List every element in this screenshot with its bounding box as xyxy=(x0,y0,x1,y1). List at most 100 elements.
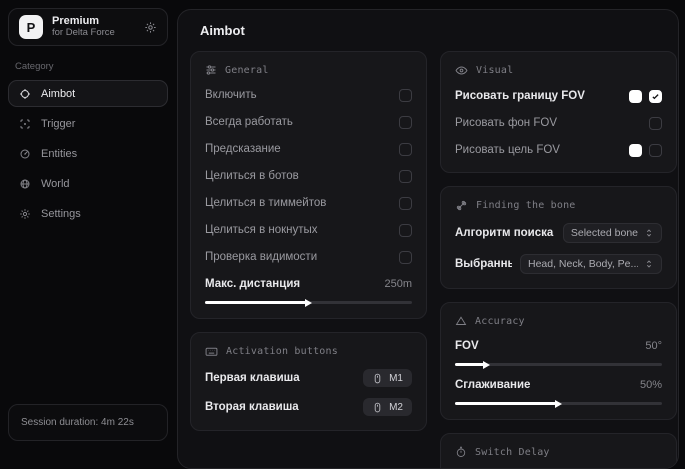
activation-card-header: Activation buttons xyxy=(205,345,412,358)
keyboard-icon xyxy=(205,345,218,358)
section-title: General xyxy=(225,65,269,76)
crosshair-icon xyxy=(19,88,31,100)
section-title: Switch Delay xyxy=(475,447,550,458)
brand-card: P Premium for Delta Force xyxy=(8,8,168,46)
slider-fill xyxy=(455,402,556,405)
setting-label: Предсказание xyxy=(205,143,281,155)
fov-slider[interactable] xyxy=(455,363,662,366)
smoothing-slider[interactable] xyxy=(455,402,662,405)
checkbox[interactable] xyxy=(399,197,412,210)
checkbox[interactable] xyxy=(399,89,412,102)
session-duration: Session duration: 4m 22s xyxy=(8,404,168,441)
activation-card: Activation buttons Первая клавиша M1 Вто… xyxy=(190,332,427,431)
globe-icon xyxy=(19,178,31,190)
slider-fill xyxy=(455,363,484,366)
keybind-button-m1[interactable]: M1 xyxy=(363,369,412,387)
sidebar-nav: Aimbot Trigger Entities World Settings xyxy=(8,80,168,227)
setting-row-smoothing: Сглаживание 50% xyxy=(455,377,662,405)
setting-row-draw-fov-background: Рисовать фон FOV xyxy=(455,115,662,131)
tune-icon xyxy=(205,64,217,76)
triangle-icon xyxy=(455,315,467,327)
setting-label: Проверка видимости xyxy=(205,251,317,263)
checkbox[interactable] xyxy=(649,90,662,103)
sidebar: P Premium for Delta Force Category Aimbo… xyxy=(0,0,176,449)
main-panel: Aimbot General Включить Всегда работать xyxy=(177,9,679,469)
general-card-header: General xyxy=(205,64,412,76)
section-title: Finding the bone xyxy=(476,200,576,211)
bone-icon xyxy=(455,199,468,212)
setting-row-draw-fov-border: Рисовать границу FOV xyxy=(455,88,662,104)
color-swatch[interactable] xyxy=(629,144,642,157)
mouse-icon xyxy=(372,402,383,413)
select-value: Selected bone xyxy=(571,227,638,239)
setting-label: Рисовать цель FOV xyxy=(455,144,560,156)
brand-logo: P xyxy=(19,15,43,39)
checkbox[interactable] xyxy=(399,224,412,237)
sidebar-item-label: Trigger xyxy=(41,118,75,130)
setting-row-first-key: Первая клавиша M1 xyxy=(205,369,412,387)
setting-label: Сглаживание xyxy=(455,379,530,391)
sidebar-item-world[interactable]: World xyxy=(8,170,168,197)
selected-bones-select[interactable]: Head, Neck, Body, Pe... xyxy=(520,254,662,274)
checkbox[interactable] xyxy=(649,144,662,157)
bones-card-header: Finding the bone xyxy=(455,199,662,212)
checkbox[interactable] xyxy=(649,117,662,130)
color-swatch[interactable] xyxy=(629,90,642,103)
unfold-icon xyxy=(644,259,654,269)
sidebar-item-trigger[interactable]: Trigger xyxy=(8,110,168,137)
sidebar-item-settings[interactable]: Settings xyxy=(8,200,168,227)
setting-label: Всегда работать xyxy=(205,116,293,128)
gear-icon[interactable] xyxy=(144,21,157,34)
keybind-button-m2[interactable]: M2 xyxy=(363,398,412,416)
setting-label: Целиться в ботов xyxy=(205,170,299,182)
sidebar-item-aimbot[interactable]: Aimbot xyxy=(8,80,168,107)
section-title: Visual xyxy=(476,65,513,76)
setting-label: Включить xyxy=(205,89,257,101)
setting-row-prediction: Предсказание xyxy=(205,141,412,157)
setting-label: Выбранные кости xyxy=(455,258,512,270)
max-distance-slider[interactable] xyxy=(205,301,412,304)
checkbox[interactable] xyxy=(399,170,412,183)
slider-value: 250m xyxy=(384,278,412,290)
setting-label: Рисовать границу FOV xyxy=(455,90,585,102)
checkbox[interactable] xyxy=(399,143,412,156)
setting-label: FOV xyxy=(455,340,479,352)
sidebar-item-entities[interactable]: Entities xyxy=(8,140,168,167)
switch-delay-card: Switch Delay Задержка переключения Задер… xyxy=(440,433,677,469)
brand-text: Premium for Delta Force xyxy=(52,15,135,39)
bone-algorithm-select[interactable]: Selected bone xyxy=(563,223,662,243)
setting-row-target-knocked: Целиться в нокнутых xyxy=(205,222,412,238)
setting-row-always-work: Всегда работать xyxy=(205,114,412,130)
accuracy-card: Accuracy FOV 50° Сглаживание 50% xyxy=(440,302,677,420)
trigger-icon xyxy=(19,118,31,130)
slider-value: 50° xyxy=(645,340,662,352)
keybind-label: M1 xyxy=(389,373,403,384)
checkbox[interactable] xyxy=(399,116,412,129)
sidebar-item-label: Aimbot xyxy=(41,88,75,100)
switch-delay-card-header: Switch Delay xyxy=(455,446,662,458)
sidebar-item-label: Entities xyxy=(41,148,77,160)
setting-row-bone-algorithm: Алгоритм поиска костей Selected bone xyxy=(455,223,662,243)
mouse-icon xyxy=(372,373,383,384)
slider-value: 50% xyxy=(640,379,662,391)
brand-subtitle: for Delta Force xyxy=(52,28,135,39)
setting-row-enable: Включить xyxy=(205,87,412,103)
checkbox[interactable] xyxy=(399,251,412,264)
setting-row-target-bots: Целиться в ботов xyxy=(205,168,412,184)
sidebar-item-label: World xyxy=(41,178,70,190)
right-column: Visual Рисовать границу FOV Рисовать фон… xyxy=(440,51,677,469)
setting-row-selected-bones: Выбранные кости Head, Neck, Body, Pe... xyxy=(455,254,662,274)
eye-icon xyxy=(455,64,468,77)
section-title: Activation buttons xyxy=(226,346,338,357)
setting-row-second-key: Вторая клавиша M2 xyxy=(205,398,412,416)
setting-row-fov: FOV 50° xyxy=(455,338,662,366)
slider-fill xyxy=(205,301,306,304)
setting-row-visibility-check: Проверка видимости xyxy=(205,249,412,265)
select-value: Head, Neck, Body, Pe... xyxy=(528,258,638,270)
setting-row-draw-fov-target: Рисовать цель FOV xyxy=(455,142,662,158)
page-title: Aimbot xyxy=(178,10,678,48)
section-title: Accuracy xyxy=(475,316,525,327)
setting-row-max-distance: Макс. дистанция 250m xyxy=(205,276,412,304)
accuracy-card-header: Accuracy xyxy=(455,315,662,327)
category-label: Category xyxy=(15,61,161,72)
